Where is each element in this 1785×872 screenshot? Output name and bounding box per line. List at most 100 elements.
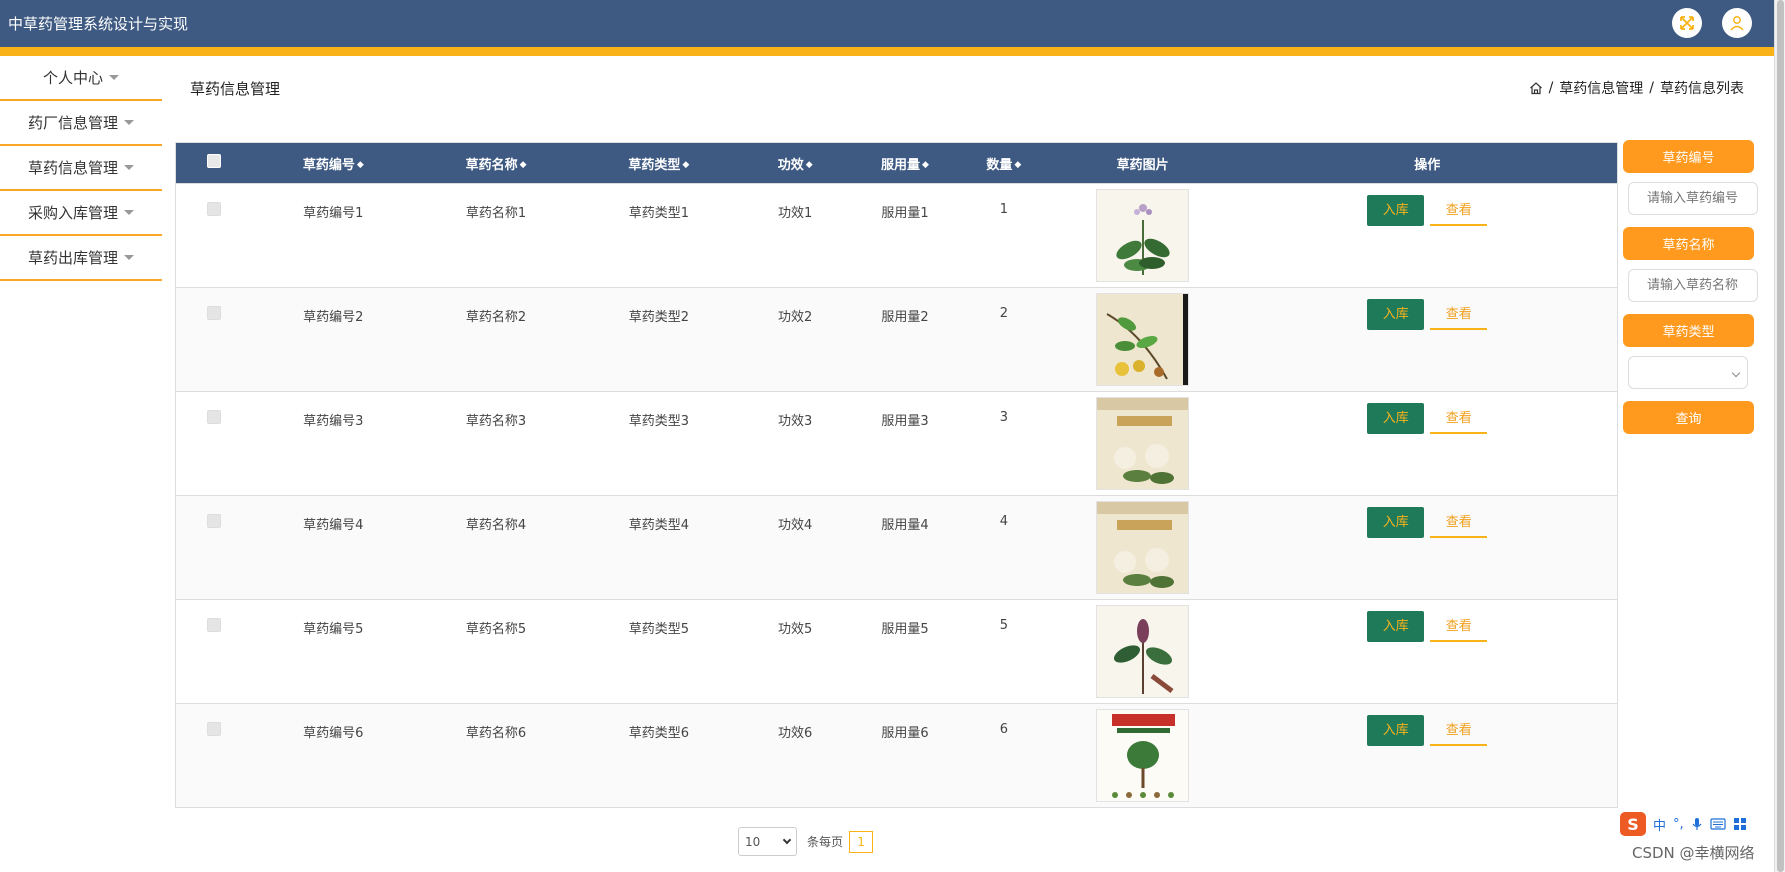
caret-down-icon xyxy=(109,75,119,80)
cell-id: 草药编号1 xyxy=(303,206,364,221)
page-title: 草药信息管理 xyxy=(190,80,281,98)
cell-id: 草药编号5 xyxy=(303,622,364,637)
page-size-select[interactable]: 10 xyxy=(738,827,797,856)
stock-in-button[interactable]: 入库 xyxy=(1367,195,1425,226)
col-header-type[interactable]: 草药类型 ◆ xyxy=(577,154,740,173)
view-button[interactable]: 查看 xyxy=(1430,507,1488,538)
col-header-quantity[interactable]: 数量 ◆ xyxy=(960,154,1048,173)
cell-id: 草药编号4 xyxy=(303,518,364,533)
col-header-dosage[interactable]: 服用量 ◆ xyxy=(850,154,960,173)
sidebar-item-label: 采购入库管理 xyxy=(27,204,118,222)
ime-toolbar[interactable]: S 中 °, xyxy=(1620,812,1747,836)
page-scrollbar[interactable] xyxy=(1774,0,1785,872)
herb-type-select[interactable] xyxy=(1628,356,1748,389)
cell-type: 草药类型1 xyxy=(628,206,689,221)
cell-quantity: 5 xyxy=(999,618,1008,633)
herb-thumbnail[interactable] xyxy=(1096,293,1190,386)
keyboard-icon[interactable] xyxy=(1710,818,1726,830)
filter-label-id: 草药编号 xyxy=(1623,140,1754,173)
csdn-watermark: CSDN @幸横网络 xyxy=(1632,844,1755,862)
cell-effect: 功效4 xyxy=(778,518,813,533)
filter-panel: 草药编号 草药名称 草药类型 查询 xyxy=(1623,140,1758,434)
filter-label-type: 草药类型 xyxy=(1623,314,1754,347)
search-button[interactable]: 查询 xyxy=(1623,401,1754,434)
herb-thumbnail[interactable] xyxy=(1096,189,1190,282)
cell-effect: 功效5 xyxy=(778,622,813,637)
herb-name-input[interactable] xyxy=(1628,269,1758,302)
stock-in-button[interactable]: 入库 xyxy=(1367,403,1425,434)
sidebar-item-label: 草药出库管理 xyxy=(27,249,118,267)
view-button[interactable]: 查看 xyxy=(1430,403,1488,434)
sort-icon: ◆ xyxy=(682,160,690,170)
microphone-icon[interactable] xyxy=(1691,817,1703,831)
table-row: 草药编号4 草药名称4 草药类型4 功效4 服用量4 4 入库 查看 xyxy=(176,495,1617,599)
table-header: 草药编号 ◆ 草药名称 ◆ 草药类型 ◆ 功效 ◆ 服用量 ◆ 数量 ◆ 草药图片 操作 xyxy=(176,143,1617,183)
cell-quantity: 6 xyxy=(999,722,1008,737)
per-page-label: 条每页 xyxy=(807,835,844,849)
sidebar-item-label: 草药信息管理 xyxy=(27,159,118,177)
user-button[interactable] xyxy=(1722,8,1752,38)
sidebar-item-herb-info[interactable]: 草药信息管理 xyxy=(0,146,162,191)
row-checkbox[interactable] xyxy=(206,722,221,736)
caret-down-icon xyxy=(124,210,134,215)
home-icon[interactable] xyxy=(1529,81,1543,95)
sidebar-item-herb-stock-out[interactable]: 草药出库管理 xyxy=(0,236,162,281)
cell-type: 草药类型5 xyxy=(628,622,689,637)
fullscreen-button[interactable] xyxy=(1672,8,1702,38)
select-all-checkbox[interactable] xyxy=(206,154,221,168)
herb-thumbnail[interactable] xyxy=(1096,397,1190,490)
chevron-down-icon xyxy=(1731,368,1741,378)
view-button[interactable]: 查看 xyxy=(1430,715,1488,746)
sidebar-item-label: 药厂信息管理 xyxy=(27,114,118,132)
page-number-current[interactable]: 1 xyxy=(849,830,874,853)
row-checkbox[interactable] xyxy=(206,514,221,528)
herb-thumbnail[interactable] xyxy=(1096,501,1190,594)
cell-dosage: 服用量5 xyxy=(881,622,929,637)
cell-quantity: 3 xyxy=(999,410,1008,425)
sort-icon: ◆ xyxy=(922,160,929,170)
view-button[interactable]: 查看 xyxy=(1430,195,1488,226)
cell-effect: 功效2 xyxy=(778,310,813,325)
view-button[interactable]: 查看 xyxy=(1430,299,1488,330)
cell-name: 草药名称5 xyxy=(465,622,527,637)
ime-punct[interactable]: °, xyxy=(1673,817,1684,832)
cell-name: 草药名称3 xyxy=(465,414,527,429)
cell-quantity: 1 xyxy=(999,202,1008,217)
row-checkbox[interactable] xyxy=(206,202,221,216)
col-header-image: 草药图片 xyxy=(1116,157,1169,173)
grid-menu-icon[interactable] xyxy=(1733,817,1747,831)
sidebar-item-purchase-stock-in[interactable]: 采购入库管理 xyxy=(0,191,162,236)
stock-in-button[interactable]: 入库 xyxy=(1367,611,1425,642)
herb-thumbnail[interactable] xyxy=(1096,709,1190,802)
user-icon xyxy=(1730,16,1744,31)
col-header-name[interactable]: 草药名称 ◆ xyxy=(415,154,578,173)
herb-id-input[interactable] xyxy=(1628,182,1758,215)
table-row: 草药编号3 草药名称3 草药类型3 功效3 服用量3 3 入库 查看 xyxy=(176,391,1617,495)
table-row: 草药编号5 草药名称5 草药类型5 功效5 服用量5 5 入库 查看 xyxy=(176,599,1617,703)
col-header-id[interactable]: 草药编号 ◆ xyxy=(252,154,415,173)
scrollbar-thumb[interactable] xyxy=(1777,0,1784,872)
header-accent-stripe xyxy=(0,47,1774,56)
stock-in-button[interactable]: 入库 xyxy=(1367,299,1425,330)
row-checkbox[interactable] xyxy=(206,306,221,320)
row-checkbox[interactable] xyxy=(206,618,221,632)
view-button[interactable]: 查看 xyxy=(1430,611,1488,642)
cell-type: 草药类型2 xyxy=(628,310,689,325)
stock-in-button[interactable]: 入库 xyxy=(1367,507,1425,538)
col-header-effect[interactable]: 功效 ◆ xyxy=(740,154,850,173)
col-header-actions: 操作 xyxy=(1414,157,1441,173)
cell-dosage: 服用量4 xyxy=(881,518,929,533)
caret-down-icon xyxy=(124,120,134,125)
cell-dosage: 服用量3 xyxy=(881,414,929,429)
top-header: 中草药管理系统设计与实现 xyxy=(0,0,1774,47)
stock-in-button[interactable]: 入库 xyxy=(1367,715,1425,746)
cell-name: 草药名称6 xyxy=(465,726,527,741)
row-checkbox[interactable] xyxy=(206,410,221,424)
sidebar-item-personal-center[interactable]: 个人中心 xyxy=(0,56,162,101)
ime-lang[interactable]: 中 xyxy=(1653,815,1666,834)
herb-thumbnail[interactable] xyxy=(1096,605,1190,698)
caret-down-icon xyxy=(124,165,134,170)
sidebar-item-factory-info[interactable]: 药厂信息管理 xyxy=(0,101,162,146)
expand-arrows-icon xyxy=(1680,16,1694,30)
breadcrumb-item-herb-info[interactable]: 草药信息管理 xyxy=(1559,78,1643,98)
